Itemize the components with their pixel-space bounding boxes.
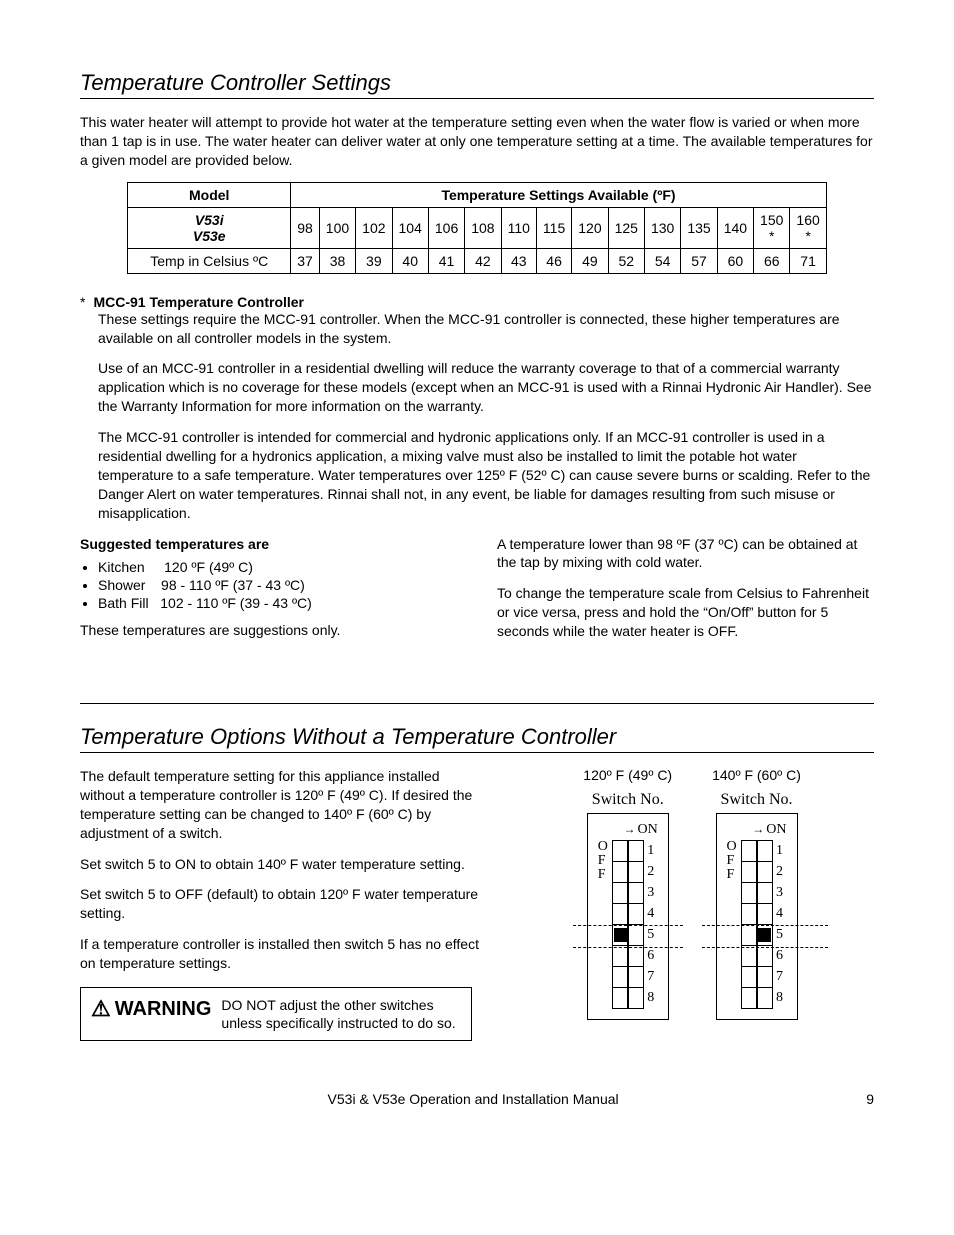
- warning-text: DO NOT adjust the other switches unless …: [221, 996, 461, 1032]
- cell-f: 130: [644, 207, 680, 248]
- cell-c: 40: [392, 248, 428, 273]
- footnote-title: MCC-91 Temperature Controller: [93, 294, 304, 310]
- cell-c: 49: [572, 248, 608, 273]
- arrow-icon: [623, 822, 637, 837]
- cell-models: V53i V53e: [128, 207, 291, 248]
- cell-c: 60: [717, 248, 753, 273]
- dip-num: 1: [644, 840, 658, 862]
- dip-slider: [757, 928, 771, 942]
- dip-num: 2: [773, 861, 787, 883]
- dip-num: 8: [644, 987, 658, 1009]
- list-item: Shower 98 - 110 ºF (37 - 43 ºC): [98, 577, 457, 593]
- cell-f: 98: [291, 207, 320, 248]
- dip-num: 3: [773, 882, 787, 904]
- list-item: Bath Fill 102 - 110 ºF (39 - 43 ºC): [98, 595, 457, 611]
- cell-f: 120: [572, 207, 608, 248]
- cell-f: 160 *: [790, 207, 826, 248]
- dip-title: 140º F (60º C): [712, 767, 801, 783]
- arrow-icon: [752, 822, 766, 837]
- cell-c: 41: [428, 248, 464, 273]
- dip-slider: [614, 928, 628, 942]
- suggested-title: Suggested temperatures are: [80, 535, 457, 554]
- cell-f: 102: [356, 207, 392, 248]
- on-label: ON: [637, 822, 657, 837]
- dip-title: 120º F (49º C): [583, 767, 672, 783]
- cell-f: 140: [717, 207, 753, 248]
- cell-f: 125: [608, 207, 644, 248]
- off-label: O F F: [727, 840, 737, 882]
- footnote-p: Use of an MCC-91 controller in a residen…: [98, 359, 874, 416]
- dip-num: 7: [773, 966, 787, 988]
- warning-label: WARNING: [115, 998, 212, 1021]
- dip-switch-label: Switch No.: [592, 791, 664, 809]
- footnote-block: * MCC-91 Temperature Controller These se…: [80, 294, 874, 523]
- cell-c: 42: [465, 248, 501, 273]
- footnote-p: The MCC-91 controller is intended for co…: [98, 428, 874, 522]
- intro-text: This water heater will attempt to provid…: [80, 113, 874, 170]
- cell-c: 57: [681, 248, 717, 273]
- th-model: Model: [128, 182, 291, 207]
- cell-c: 52: [608, 248, 644, 273]
- section-divider: [80, 703, 874, 704]
- table-row: Temp in Celsius ºC 37 38 39 40 41 42 43 …: [128, 248, 827, 273]
- cell-f: 110: [501, 207, 536, 248]
- cell-c: 54: [644, 248, 680, 273]
- th-temp: Temperature Settings Available (ºF): [291, 182, 827, 207]
- dip-num: 4: [773, 903, 787, 925]
- footer-title: V53i & V53e Operation and Installation M…: [80, 1091, 866, 1107]
- cell-f: 104: [392, 207, 428, 248]
- dip-num: 1: [773, 840, 787, 862]
- warning-box: ⚠ WARNING DO NOT adjust the other switch…: [80, 987, 472, 1041]
- cell-c-label: Temp in Celsius ºC: [128, 248, 291, 273]
- dip-num: 5: [773, 924, 787, 946]
- dip-num: 8: [773, 987, 787, 1009]
- suggested-footer: These temperatures are suggestions only.: [80, 621, 457, 640]
- temperature-table: Model Temperature Settings Available (ºF…: [127, 182, 827, 274]
- dip-num: 3: [644, 882, 658, 904]
- cell-c: 71: [790, 248, 826, 273]
- dip-switch-120f: 120º F (49º C) Switch No. ON O F F: [583, 767, 672, 1041]
- dip-num: 7: [644, 966, 658, 988]
- suggested-list: Kitchen 120 ºF (49º C) Shower 98 - 110 º…: [98, 559, 457, 611]
- cell-f: 100: [319, 207, 355, 248]
- cell-f: 150 *: [754, 207, 790, 248]
- cell-c: 43: [501, 248, 536, 273]
- cell-f: 135: [681, 207, 717, 248]
- list-item: Kitchen 120 ºF (49º C): [98, 559, 457, 575]
- options-p: If a temperature controller is installed…: [80, 935, 480, 973]
- cell-f: 108: [465, 207, 501, 248]
- cell-c: 38: [319, 248, 355, 273]
- dip-num: 6: [644, 945, 658, 967]
- options-p: Set switch 5 to ON to obtain 140º F wate…: [80, 855, 480, 874]
- dip-switch-140f: 140º F (60º C) Switch No. ON O F F: [712, 767, 801, 1041]
- table-row: V53i V53e 98 100 102 104 106 108 110 115…: [128, 207, 827, 248]
- cell-c: 37: [291, 248, 320, 273]
- options-p: The default temperature setting for this…: [80, 767, 480, 843]
- cell-f: 115: [536, 207, 571, 248]
- footnote-p: These settings require the MCC-91 contro…: [98, 310, 874, 348]
- asterisk: *: [80, 294, 85, 310]
- page-number: 9: [866, 1091, 874, 1107]
- cell-c: 39: [356, 248, 392, 273]
- dip-num: 6: [773, 945, 787, 967]
- section-title-controller: Temperature Controller Settings: [80, 70, 874, 99]
- cell-c: 66: [754, 248, 790, 273]
- cell-f: 106: [428, 207, 464, 248]
- mix-water-note: A temperature lower than 98 ºF (37 ºC) c…: [497, 535, 874, 573]
- on-label: ON: [766, 822, 786, 837]
- dip-num: 2: [644, 861, 658, 883]
- warning-icon: ⚠: [91, 996, 111, 1022]
- options-p: Set switch 5 to OFF (default) to obtain …: [80, 885, 480, 923]
- cell-c: 46: [536, 248, 571, 273]
- dip-num: 5: [644, 924, 658, 946]
- dip-switch-label: Switch No.: [721, 791, 793, 809]
- section-title-options: Temperature Options Without a Temperatur…: [80, 724, 874, 753]
- off-label: O F F: [598, 840, 608, 882]
- scale-change-note: To change the temperature scale from Cel…: [497, 584, 874, 641]
- dip-num: 4: [644, 903, 658, 925]
